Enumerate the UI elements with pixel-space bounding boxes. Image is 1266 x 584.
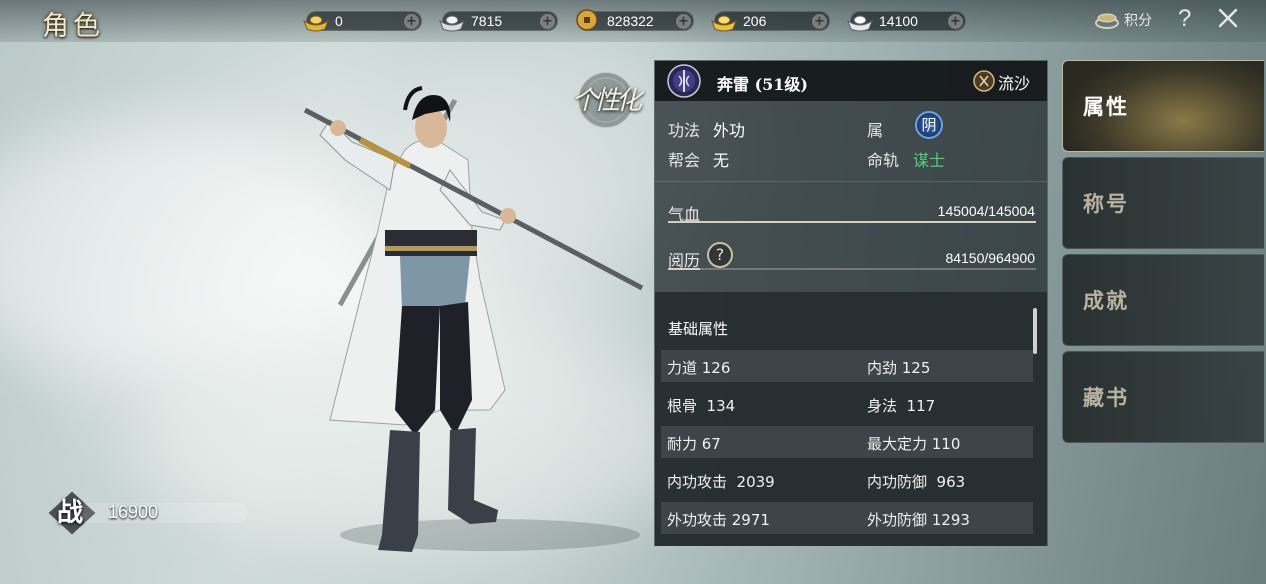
points-icon: [1095, 13, 1119, 29]
tab-library[interactable]: 藏书: [1062, 351, 1264, 443]
school-label: 功法: [668, 121, 701, 140]
destiny-value: 谋士: [913, 151, 946, 170]
points-button[interactable]: 积分: [1094, 8, 1152, 32]
school-value: 外功: [713, 121, 746, 140]
stat-row: 内功攻击 2039 内功防御 963: [661, 464, 1033, 496]
experience-bar: [668, 268, 1036, 270]
silver-ingot-bound-icon: [846, 15, 874, 32]
panel-header: 奔雷 (51级) 流沙: [655, 61, 1047, 101]
character-model[interactable]: [290, 80, 670, 560]
scrollbar[interactable]: [1033, 308, 1037, 354]
tab-achievements[interactable]: 成就: [1062, 254, 1264, 346]
character-info-panel: 奔雷 (51级) 流沙 功法 外功 属 阴 帮会 无 命轨 谋士 气血 1450…: [654, 60, 1048, 546]
combat-power-value: 16900: [108, 502, 159, 522]
currency-gold-ingot[interactable]: 0 +: [302, 11, 422, 32]
stat-inner-power: 内劲 125: [867, 359, 931, 377]
stat-constitution: 根骨 134: [667, 397, 736, 415]
experience-bar-fill: [668, 268, 701, 270]
currency-value: 7815: [471, 13, 503, 29]
stat-inner-defense: 内功防御 963: [867, 473, 966, 491]
hp-value: 145004/145004: [937, 203, 1035, 219]
currency-bound-gold-ingot[interactable]: 206 +: [710, 11, 830, 32]
gold-ingot-icon: [302, 15, 330, 32]
add-currency-icon[interactable]: +: [540, 14, 555, 29]
guild-value: 无: [713, 151, 730, 170]
close-icon[interactable]: [1216, 6, 1240, 30]
attribute-badge: 阴: [915, 111, 943, 139]
experience-value: 84150/964900: [945, 250, 1035, 266]
stat-strength: 力道 126: [667, 359, 731, 377]
tab-label: 藏书: [1083, 385, 1129, 410]
character-name: 奔雷 (51级): [717, 75, 808, 94]
currency-value: 206: [743, 13, 767, 29]
stat-row: 根骨 134 身法 117: [661, 388, 1033, 420]
currency-silver-ingot[interactable]: 7815 +: [438, 11, 558, 32]
add-currency-icon[interactable]: +: [676, 14, 691, 29]
divider: [655, 181, 1047, 182]
copper-coin-icon: [576, 9, 598, 31]
help-button[interactable]: ?: [1178, 5, 1191, 33]
silver-ingot-icon: [438, 15, 466, 32]
hp-bar-fill: [668, 221, 1036, 223]
page-title: 角色: [42, 11, 104, 42]
faction-icon: [973, 70, 995, 92]
gold-ingot-bound-icon: [710, 15, 738, 32]
stat-row: 外功攻击 2971 外功防御 1293: [661, 502, 1033, 534]
attribute-label: 属: [867, 121, 884, 140]
tab-attributes[interactable]: 属性: [1062, 60, 1264, 152]
tab-titles[interactable]: 称号: [1062, 157, 1264, 249]
currency-copper-coin[interactable]: 828322 +: [576, 9, 694, 31]
add-currency-icon[interactable]: +: [812, 14, 827, 29]
currency-value: 828322: [607, 13, 654, 29]
add-currency-icon[interactable]: +: [948, 14, 963, 29]
guild-label: 帮会: [668, 151, 701, 170]
base-attributes-title: 基础属性: [668, 320, 729, 338]
base-attributes-section[interactable]: 基础属性 力道 126 内劲 125 根骨 134 身法 117 耐力 67 最…: [655, 292, 1047, 546]
stat-row: 力道 126 内劲 125: [661, 350, 1033, 382]
tab-label: 成就: [1083, 288, 1129, 313]
stat-endurance: 耐力 67: [667, 435, 721, 453]
stat-outer-defense: 外功防御 1293: [867, 511, 970, 529]
currency-value: 0: [335, 13, 343, 29]
stat-max-focus: 最大定力 110: [867, 435, 961, 453]
hp-bar: [668, 221, 1036, 223]
tab-label: 称号: [1083, 191, 1129, 216]
currency-bound-silver-ingot[interactable]: 14100 +: [846, 11, 966, 32]
top-bar: 角色 0 + 7815 + 828322 + 206 + 14100 + 积分 …: [0, 0, 1266, 42]
destiny-label: 命轨: [867, 151, 900, 170]
stat-inner-attack: 内功攻击 2039: [667, 473, 775, 491]
faction-name[interactable]: 流沙: [998, 70, 1030, 94]
combat-power-label: 战: [57, 498, 84, 528]
stat-outer-attack: 外功攻击 2971: [667, 511, 770, 529]
stat-row: 耐力 67 最大定力 110: [661, 426, 1033, 458]
tab-label: 属性: [1083, 94, 1129, 119]
stat-agility: 身法 117: [867, 397, 936, 415]
question-icon[interactable]: ?: [707, 242, 733, 268]
sect-emblem-icon: [667, 64, 701, 98]
add-currency-icon[interactable]: +: [404, 14, 419, 29]
points-label: 积分: [1124, 13, 1152, 29]
currency-value: 14100: [879, 13, 918, 29]
